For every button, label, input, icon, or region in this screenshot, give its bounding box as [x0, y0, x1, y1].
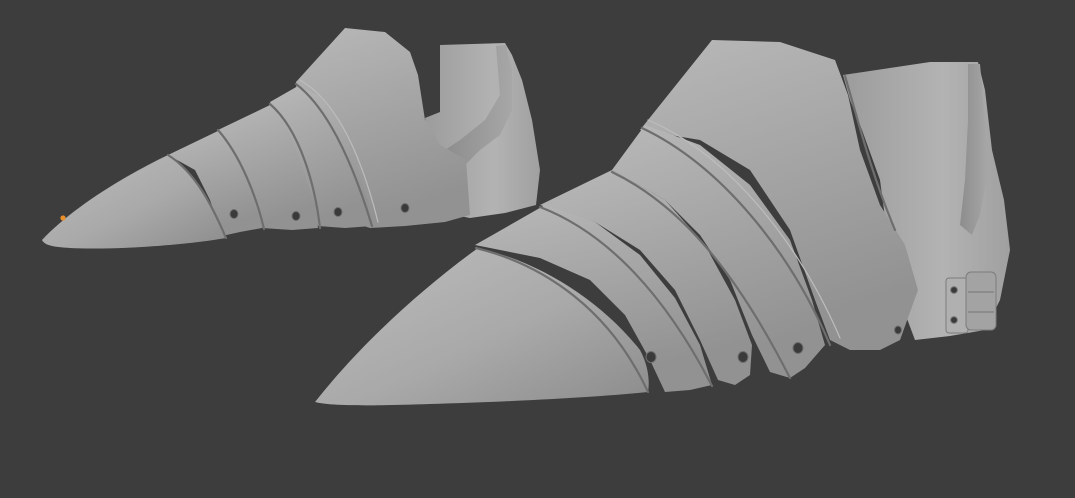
front-rivet-hole-1 [645, 351, 657, 363]
3d-viewport[interactable] [0, 0, 1075, 498]
front-rivet-hole-3 [792, 342, 804, 354]
back-rivet-hole-3 [333, 207, 343, 217]
sabaton-back[interactable] [42, 28, 540, 249]
front-rivet-hole-2 [737, 351, 749, 363]
heel-hinge [945, 271, 997, 334]
front-rivet-hole-4 [894, 325, 902, 335]
back-rivet-hole-2 [291, 211, 301, 221]
viewport-canvas[interactable] [0, 0, 1075, 498]
object-origin-marker[interactable] [60, 215, 66, 221]
back-rivet-hole-4 [400, 203, 410, 213]
back-rivet-hole-1 [229, 209, 239, 219]
